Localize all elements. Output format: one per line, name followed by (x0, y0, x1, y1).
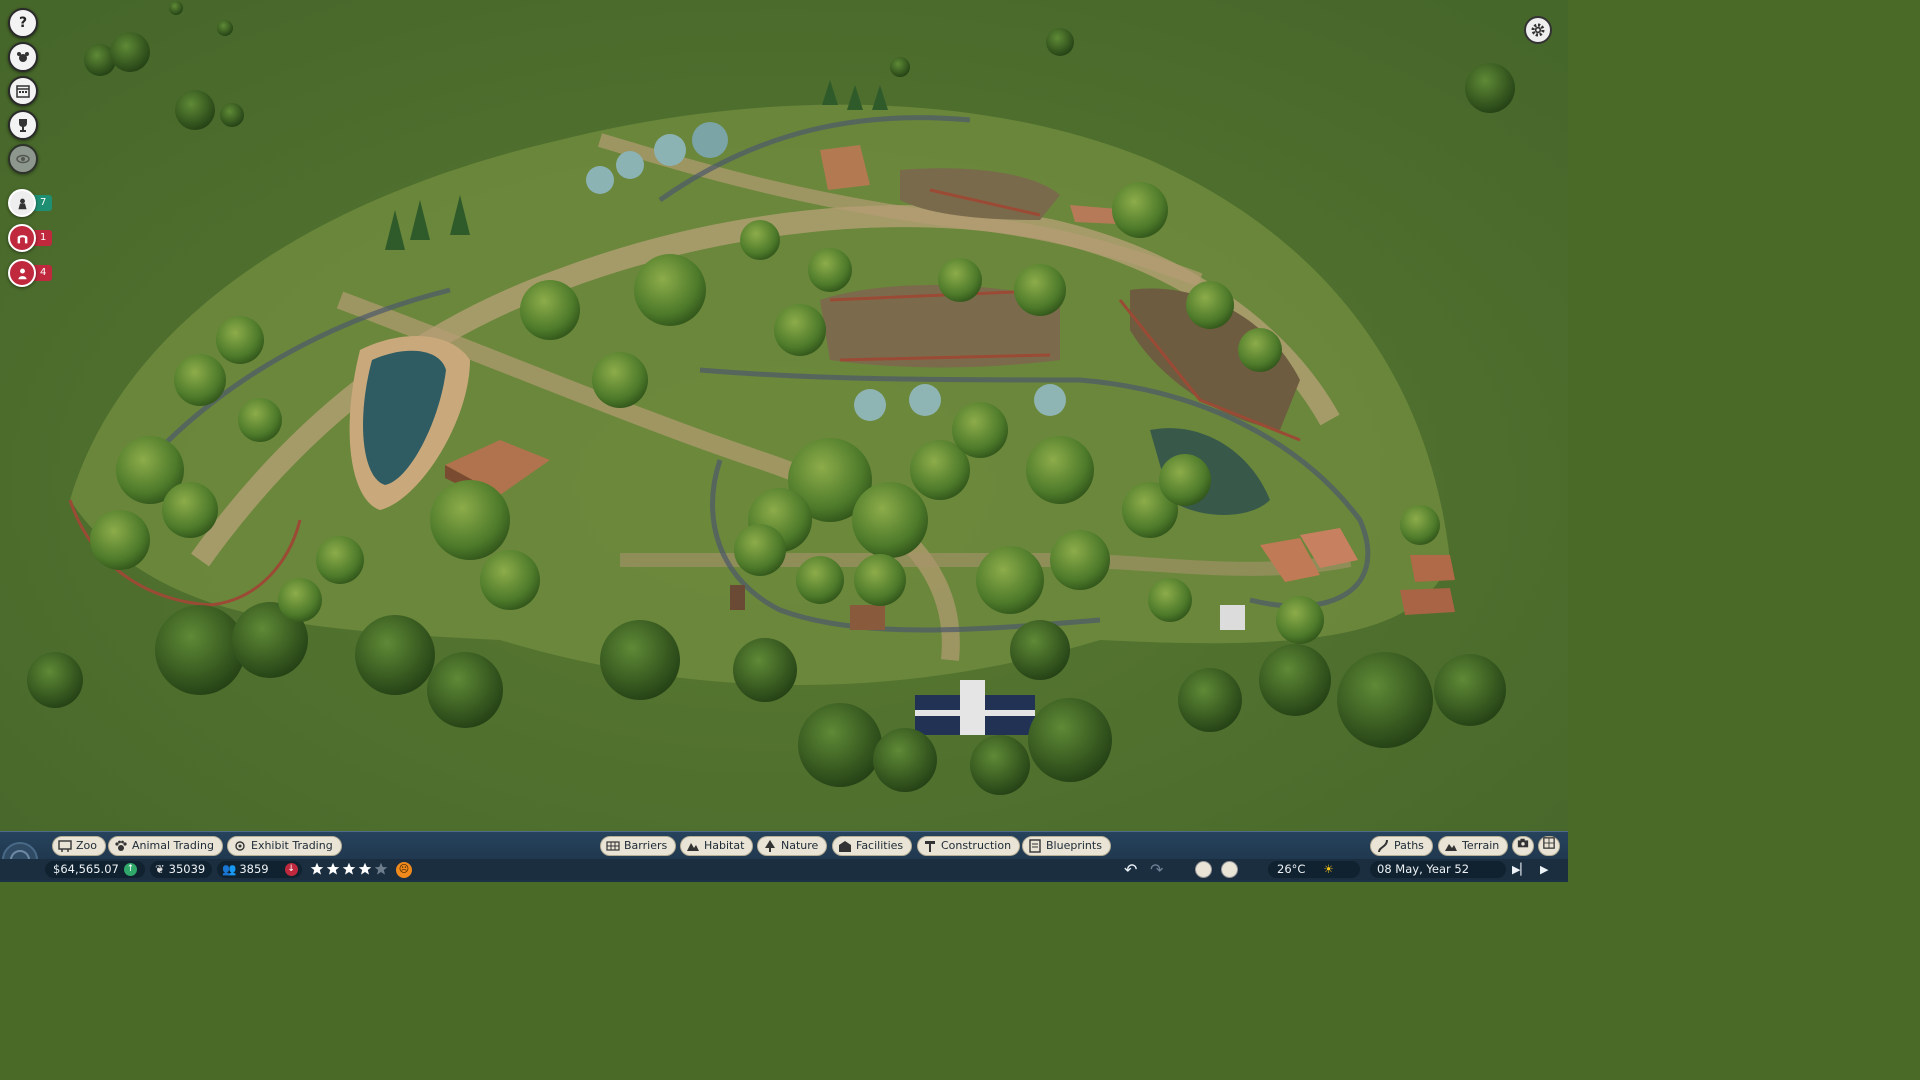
tab-zoo[interactable]: Zoo (52, 836, 106, 856)
heatmap-icon (1195, 861, 1212, 878)
zoo-rating[interactable] (310, 862, 390, 876)
tab-habitat-label: Habitat (704, 839, 745, 852)
view-toggle-button[interactable] (8, 144, 38, 174)
tab-blueprints-label: Blueprints (1046, 839, 1102, 852)
trophy-icon (19, 119, 27, 132)
habitat-icon (686, 839, 700, 853)
blueprint-icon (1028, 839, 1042, 853)
star-filled-icon (326, 862, 340, 875)
animals-button[interactable] (8, 42, 38, 72)
challenges-button[interactable] (8, 110, 38, 140)
tab-terrain[interactable]: Terrain (1438, 836, 1509, 856)
guest-mood-display[interactable]: ☹ (396, 861, 412, 878)
star-empty-icon (374, 862, 388, 875)
guest-icon (8, 259, 36, 287)
grid-icon (1543, 836, 1555, 856)
conservation-credits-value: 35039 (168, 862, 206, 876)
mood-face-icon: ☹ (396, 861, 412, 878)
calendar-button[interactable] (8, 76, 38, 106)
game-screen: ? 7 1 4 Zoo Animal Trading Exhibit Tradi… (0, 0, 1568, 882)
tab-construction[interactable]: Construction (917, 836, 1021, 856)
star-filled-icon (310, 862, 324, 875)
tab-paths-label: Paths (1394, 839, 1424, 852)
tab-nature[interactable]: Nature (757, 836, 828, 856)
zoo-sign-icon (58, 839, 72, 853)
camera-icon (1517, 836, 1529, 856)
overlay-icon (1221, 861, 1238, 878)
tab-blueprints[interactable]: Blueprints (1022, 836, 1111, 856)
tab-facilities[interactable]: Facilities (832, 836, 913, 856)
money-value: $64,565.07 (53, 862, 119, 876)
arrow-down-icon: ↓ (284, 863, 298, 876)
staff-icon (8, 189, 36, 217)
sun-icon: ☀ (1323, 862, 1334, 876)
undo-icon: ↶ (1124, 860, 1138, 879)
tab-terrain-label: Terrain (1462, 839, 1500, 852)
zoo-world-view[interactable] (0, 0, 1568, 882)
status-row: $64,565.07 ↑ ❦ 35039 👥 3859 ↓ ☹ ↶ ↷ 26°C… (0, 859, 1568, 880)
tab-nature-label: Nature (781, 839, 819, 852)
terrain-icon (1444, 839, 1458, 853)
date-display[interactable]: 08 May, Year 52 (1377, 861, 1469, 878)
guest-alert[interactable]: 4 (8, 259, 52, 287)
tree-icon (763, 839, 777, 853)
fast-forward-button[interactable]: ▶ (1540, 861, 1548, 878)
tab-animal-trading[interactable]: Animal Trading (108, 836, 223, 856)
photo-mode-button[interactable] (1512, 836, 1534, 856)
tab-animal-trading-label: Animal Trading (132, 839, 214, 852)
star-filled-icon (358, 862, 372, 875)
paw-icon (114, 839, 128, 853)
guests-display[interactable]: 👥 3859 ↓ (222, 861, 298, 878)
money-display[interactable]: $64,565.07 ↑ (53, 861, 137, 878)
facility-alert[interactable]: 1 (8, 224, 52, 252)
overlay-button[interactable] (1221, 861, 1238, 878)
calendar-icon (16, 85, 30, 98)
arrow-up-icon: ↑ (123, 863, 137, 876)
undo-button[interactable]: ↶ (1124, 861, 1137, 878)
staff-alert[interactable]: 7 (8, 189, 52, 217)
leaf-icon: ❦ (155, 862, 165, 876)
help-button[interactable]: ? (8, 8, 38, 38)
fast-forward-icon: ▶ (1540, 863, 1549, 876)
building-icon (838, 839, 852, 853)
tab-construction-label: Construction (941, 839, 1012, 852)
tab-facilities-label: Facilities (856, 839, 904, 852)
tab-exhibit-trading-label: Exhibit Trading (251, 839, 333, 852)
weather-display[interactable]: 26°C ☀ (1277, 861, 1334, 878)
toolbar-tabs: Zoo Animal Trading Exhibit Trading Barri… (0, 836, 1568, 858)
conservation-credits-display[interactable]: ❦ 35039 (155, 861, 205, 878)
animal-icon (17, 52, 29, 62)
tab-barriers[interactable]: Barriers (600, 836, 677, 856)
tab-zoo-label: Zoo (76, 839, 97, 852)
tab-habitat[interactable]: Habitat (680, 836, 754, 856)
eye-icon (16, 154, 30, 164)
gear-icon (1531, 23, 1545, 37)
star-filled-icon (342, 862, 356, 875)
settings-button[interactable] (1524, 16, 1552, 44)
play-icon: ▶▏ (1512, 863, 1529, 876)
path-icon (1376, 839, 1390, 853)
temperature-value: 26°C (1277, 862, 1306, 876)
date-value: 08 May, Year 52 (1377, 862, 1470, 876)
tab-paths[interactable]: Paths (1370, 836, 1433, 856)
play-speed-button[interactable]: ▶▏ (1512, 861, 1529, 878)
guests-value: 3859 (239, 862, 269, 876)
bottom-toolbar: Zoo Animal Trading Exhibit Trading Barri… (0, 831, 1568, 882)
tab-barriers-label: Barriers (624, 839, 668, 852)
guests-icon: 👥 (222, 862, 237, 876)
help-icon: ? (18, 15, 28, 31)
grid-toggle-button[interactable] (1538, 836, 1560, 856)
construction-icon (923, 839, 937, 853)
tab-exhibit-trading[interactable]: Exhibit Trading (227, 836, 342, 856)
gate-icon (8, 224, 36, 252)
exhibit-icon (233, 839, 247, 853)
redo-button[interactable]: ↷ (1150, 861, 1163, 878)
fence-icon (606, 839, 620, 853)
heatmap-button[interactable] (1195, 861, 1212, 878)
redo-icon: ↷ (1150, 860, 1164, 879)
